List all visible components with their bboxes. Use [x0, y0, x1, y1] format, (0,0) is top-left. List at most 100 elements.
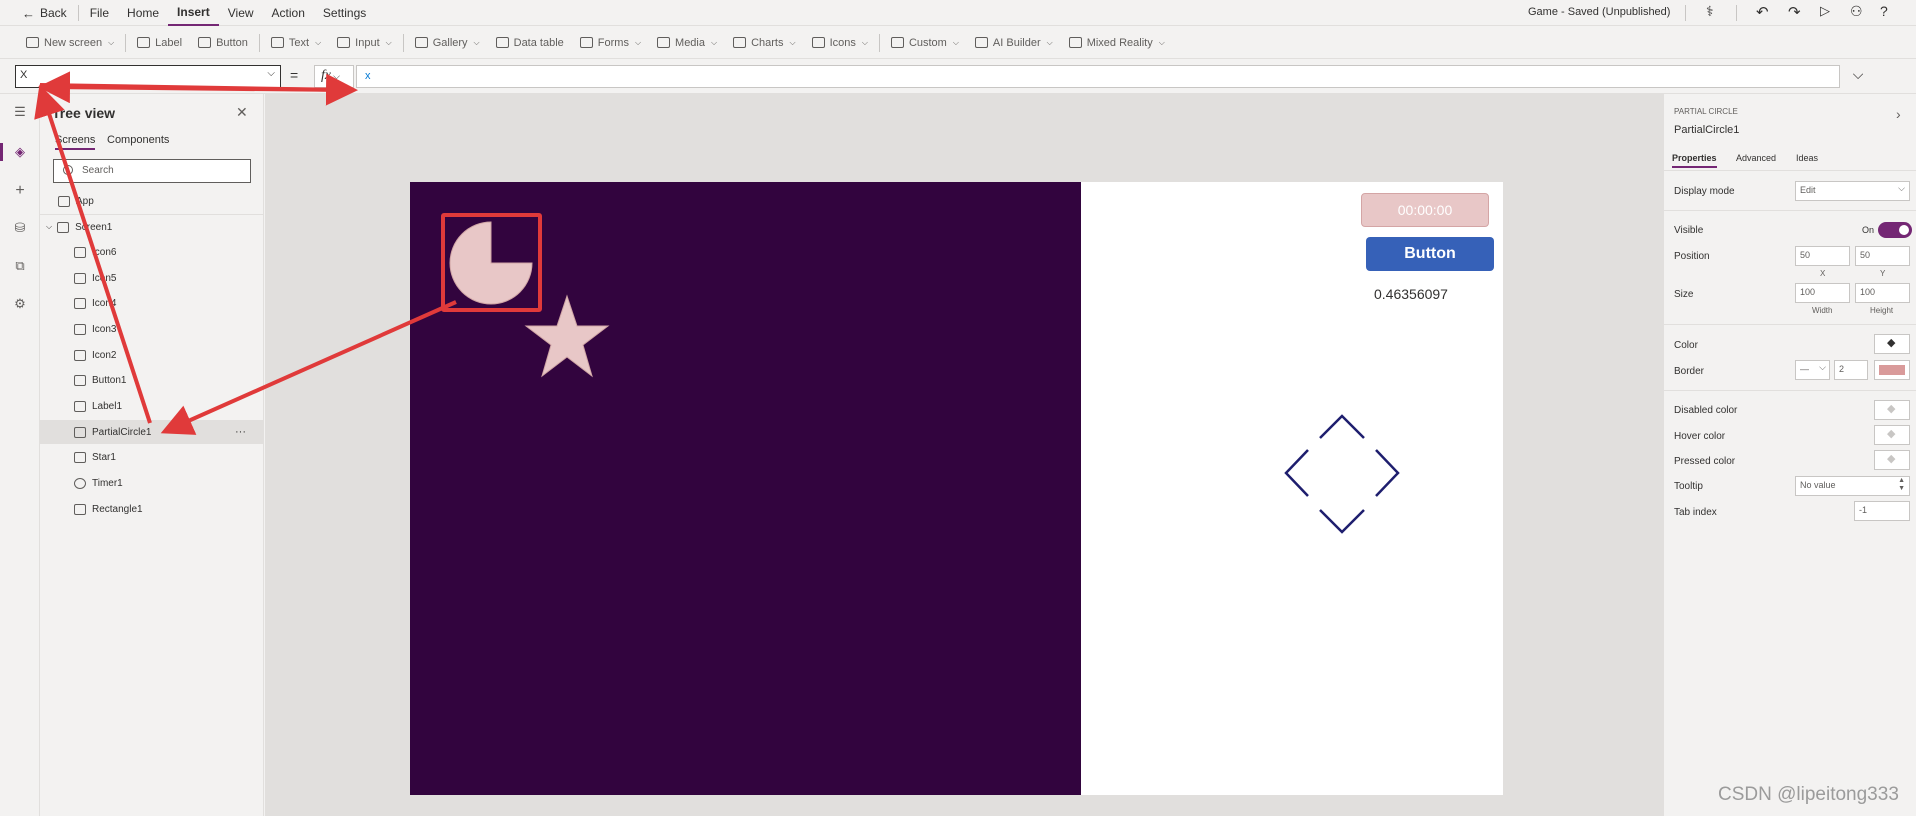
menu-settings[interactable]: Settings: [314, 0, 375, 26]
menu-insert[interactable]: Insert: [168, 0, 219, 26]
play-icon[interactable]: ▷: [1820, 3, 1830, 19]
property-dropdown[interactable]: X ⌵: [15, 65, 281, 88]
tree-item-icon3[interactable]: Icon3: [40, 317, 264, 341]
menu-home[interactable]: Home: [118, 0, 168, 26]
tab-components[interactable]: Components: [107, 134, 169, 146]
control-name: PartialCircle1: [1674, 124, 1740, 136]
tree-item-icon6[interactable]: Icon6: [40, 240, 264, 264]
chevron-down-icon: ⌵: [315, 37, 322, 47]
tree-item-button1[interactable]: Button1: [40, 368, 264, 392]
chevron-down-icon: ⌵: [267, 68, 275, 79]
ai-builder-label: AI Builder: [992, 36, 1041, 49]
tooltip-input[interactable]: No value ▲ ▼: [1795, 476, 1910, 496]
timer1[interactable]: 00:00:00: [1361, 193, 1489, 227]
tree-item-label: App: [76, 195, 94, 207]
position-y-input[interactable]: 50: [1855, 246, 1910, 266]
text-button[interactable]: Text ⌵: [263, 29, 329, 57]
formula-input[interactable]: x: [356, 65, 1840, 88]
tab-screens[interactable]: Screens: [55, 134, 96, 150]
charts-button[interactable]: Charts ⌵: [725, 29, 803, 57]
border-style-dropdown[interactable]: — ⌵: [1795, 360, 1830, 380]
tree-item-screen[interactable]: ⌵ Screen1: [40, 215, 264, 239]
back-button[interactable]: ← Back: [0, 0, 76, 26]
tree-item-timer1[interactable]: Timer1: [40, 471, 264, 495]
position-x-input[interactable]: 50: [1795, 246, 1850, 266]
custom-button[interactable]: Custom ⌵: [883, 29, 967, 57]
ai-builder-button[interactable]: AI Builder ⌵: [967, 29, 1061, 57]
chevron-right-icon[interactable]: [1375, 449, 1400, 497]
tab-ideas[interactable]: Ideas: [1796, 153, 1818, 163]
help-icon[interactable]: ?: [1880, 3, 1888, 19]
hover-color-picker[interactable]: ◆: [1874, 425, 1910, 445]
tree-item-partialcircle1[interactable]: PartialCircle1 ···: [40, 420, 264, 444]
close-icon[interactable]: ✕: [236, 104, 248, 121]
fx-button[interactable]: fx ⌵: [314, 65, 354, 88]
icon-control-icon: [74, 297, 86, 309]
tree-item-label: Icon2: [92, 349, 117, 361]
toggle-knob: [1899, 225, 1909, 235]
undo-icon[interactable]: ↶: [1756, 3, 1769, 21]
mixed-reality-button[interactable]: Mixed Reality ⌵: [1061, 29, 1173, 57]
tab-properties[interactable]: Properties: [1672, 153, 1717, 168]
button-button[interactable]: Button: [190, 29, 256, 57]
more-options-icon[interactable]: ···: [235, 426, 246, 438]
visible-toggle[interactable]: [1878, 222, 1912, 238]
app-checker-icon[interactable]: ⚕: [1706, 3, 1714, 20]
icons-button[interactable]: Icons ⌵: [804, 29, 876, 57]
menu-view[interactable]: View: [219, 0, 263, 26]
tree-item-icon2[interactable]: Icon2: [40, 343, 264, 367]
tree-search-input[interactable]: Search: [53, 159, 251, 183]
label1[interactable]: 0.46356097: [1374, 286, 1448, 302]
collapse-panel-icon[interactable]: ›: [1896, 106, 1901, 122]
chevron-down-icon: ⌵: [634, 37, 642, 47]
tree-item-icon5[interactable]: Icon5: [40, 266, 264, 290]
button1[interactable]: Button: [1366, 237, 1494, 271]
paint-bucket-icon: ◆: [1887, 428, 1896, 440]
tree-item-icon4[interactable]: Icon4: [40, 291, 264, 315]
custom-label: Custom: [908, 36, 947, 49]
gallery-button[interactable]: Gallery ⌵: [407, 29, 488, 57]
expand-formula-icon[interactable]: ⌵: [1846, 66, 1870, 88]
label-button[interactable]: Label: [129, 29, 190, 57]
tab-advanced[interactable]: Advanced: [1736, 153, 1776, 163]
tree-item-rectangle1[interactable]: Rectangle1: [40, 497, 264, 521]
chevron-down-icon: ⌵: [1898, 183, 1905, 193]
forms-button[interactable]: Forms ⌵: [572, 29, 649, 57]
tree-item-label1[interactable]: Label1: [40, 394, 264, 418]
new-screen-button[interactable]: New screen ⌵: [18, 29, 122, 57]
input-button[interactable]: Input ⌵: [329, 29, 400, 57]
tree-item-app[interactable]: App: [40, 189, 264, 213]
border-color-picker[interactable]: [1874, 360, 1910, 380]
menu-action[interactable]: Action: [263, 0, 314, 26]
tree-item-star1[interactable]: Star1: [40, 445, 264, 469]
text-icon: [270, 37, 284, 48]
pressed-color-picker[interactable]: ◆: [1874, 450, 1910, 470]
chevron-down-icon[interactable]: [1319, 509, 1365, 534]
custom-icon: [890, 37, 904, 48]
hamburger-menu-icon[interactable]: ☰: [12, 104, 28, 120]
chevron-left-icon[interactable]: [1284, 449, 1309, 497]
top-menu-bar: ← Back File Home Insert View Action Sett…: [0, 0, 1916, 26]
redo-icon[interactable]: ↷: [1788, 3, 1801, 21]
chevron-up-icon[interactable]: [1319, 414, 1365, 439]
advanced-tools-icon[interactable]: ⚙: [12, 296, 28, 312]
tree-item-label: Label1: [92, 400, 123, 412]
disabled-color-picker[interactable]: ◆: [1874, 400, 1910, 420]
display-mode-dropdown[interactable]: Edit ⌵: [1795, 181, 1910, 201]
width-input[interactable]: 100: [1795, 283, 1850, 303]
data-icon[interactable]: ⛁: [12, 220, 28, 236]
tree-view-icon[interactable]: ◈: [12, 144, 28, 160]
media-rail-icon[interactable]: ⧉: [12, 258, 28, 274]
color-picker[interactable]: ◆: [1874, 334, 1910, 354]
menu-file[interactable]: File: [81, 0, 118, 26]
visible-label: Visible: [1674, 225, 1704, 236]
data-table-button[interactable]: Data table: [488, 29, 572, 57]
height-input[interactable]: 100: [1855, 283, 1910, 303]
color-label: Color: [1674, 340, 1698, 351]
share-user-icon[interactable]: ⚇: [1850, 3, 1863, 20]
media-button[interactable]: Media ⌵: [649, 29, 725, 57]
tree-view-title: Tree view: [52, 105, 116, 121]
tab-index-input[interactable]: -1: [1854, 501, 1910, 521]
border-width-input[interactable]: 2: [1834, 360, 1868, 380]
insert-icon[interactable]: +: [12, 182, 28, 199]
